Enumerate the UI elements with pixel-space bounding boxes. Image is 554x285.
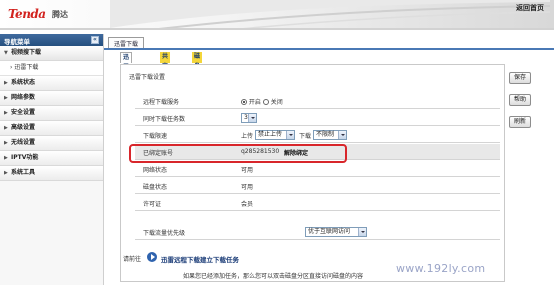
watermark: www.192ly.com bbox=[396, 262, 486, 275]
select-value: 不限制 bbox=[316, 131, 335, 138]
row-label: 远程下载服务 bbox=[143, 99, 180, 106]
nav-title: 导航菜单 bbox=[4, 38, 30, 46]
nav-item-network[interactable]: ▶ 网络参数 bbox=[0, 91, 103, 106]
nav-item-label: 视频搜下载 bbox=[11, 49, 42, 56]
row-disk-status: 磁盘状态 可用 bbox=[135, 178, 500, 194]
nav-item-video-download[interactable]: ▼ 视频搜下载 bbox=[0, 46, 103, 61]
nav-item-label: 安全设置 bbox=[11, 109, 36, 116]
chevron-right-icon: ▶ bbox=[4, 140, 8, 146]
nav-item-label: 无线设置 bbox=[11, 139, 36, 146]
left-nav: 导航菜单 « ▼ 视频搜下载 › 迅雷下载 ▶ 系统状态 ▶ 网络参数 ▶ 安全设置 ▶… bbox=[0, 34, 104, 285]
chevron-right-icon: ▶ bbox=[4, 125, 8, 131]
tenda-logo-cn: 腾达 bbox=[52, 10, 68, 19]
note-label: 请前往 bbox=[123, 256, 142, 263]
bullet-icon: › bbox=[10, 64, 13, 71]
nav-item-label: 系统状态 bbox=[11, 79, 36, 86]
chevron-down-icon bbox=[338, 131, 346, 139]
select-value: 优于互联网访问 bbox=[308, 228, 351, 235]
row-speed-limit: 下载限速 上传 禁止上传 下载 不限制 bbox=[135, 127, 500, 143]
nav-item-label: 系统工具 bbox=[11, 169, 36, 176]
select-value: 禁止上传 bbox=[258, 131, 283, 138]
chevron-right-icon: ▶ bbox=[4, 155, 8, 161]
row-concurrent-tasks: 同时下载任务数 3 bbox=[135, 110, 500, 126]
row-network-status: 网络状态 可用 bbox=[135, 161, 500, 177]
main-content: 迅雷下载 迅雷下载 共享存储 磁盘日志 迅雷下载设置 远程下载服务 开启 关闭 … bbox=[104, 34, 554, 285]
panel-title: 迅雷下载设置 bbox=[129, 74, 166, 81]
header-swoosh-decoration bbox=[110, 0, 550, 28]
nav-item-wireless[interactable]: ▶ 无线设置 bbox=[0, 136, 103, 151]
collapse-nav-icon[interactable]: « bbox=[91, 36, 99, 44]
download-label: 下载 bbox=[299, 133, 312, 140]
chevron-right-icon: ▶ bbox=[4, 110, 8, 116]
chevron-down-icon bbox=[248, 114, 256, 122]
tab-thunder-download[interactable]: 迅雷下载 bbox=[108, 37, 145, 48]
row-license: 许可证 会员 bbox=[135, 195, 500, 211]
radio-enable[interactable] bbox=[241, 99, 247, 105]
upload-limit-select[interactable]: 禁止上传 bbox=[255, 130, 295, 140]
network-status-value: 可用 bbox=[241, 167, 254, 174]
radio-group-remote-service: 开启 关闭 bbox=[241, 97, 283, 106]
radio-disable-label: 关闭 bbox=[270, 99, 283, 106]
subtab-shared-storage[interactable]: 共享存储 bbox=[160, 52, 171, 90]
row-label: 同时下载任务数 bbox=[143, 116, 186, 123]
disk-status-value: 可用 bbox=[241, 184, 254, 191]
chevron-down-icon bbox=[286, 131, 294, 139]
chevron-right-icon: ▶ bbox=[4, 95, 8, 101]
nav-item-security[interactable]: ▶ 安全设置 bbox=[0, 106, 103, 121]
tenda-logo: Tenda bbox=[8, 7, 46, 21]
radio-disable[interactable] bbox=[262, 99, 269, 105]
nav-item-label: 高级设置 bbox=[11, 124, 36, 131]
radio-enable-label: 开启 bbox=[248, 99, 261, 106]
settings-panel: 迅雷下载设置 远程下载服务 开启 关闭 同时下载任务数 3 下载限速 上传 禁止… bbox=[120, 64, 505, 282]
chevron-down-icon: ▼ bbox=[4, 50, 8, 56]
download-limit-select[interactable]: 不限制 bbox=[313, 130, 347, 140]
thunder-remote-link[interactable]: 迅雷远程下载建立下载任务 bbox=[161, 254, 239, 264]
priority-select[interactable]: 优于互联网访问 bbox=[305, 227, 367, 237]
highlight-box bbox=[129, 144, 347, 163]
refresh-button[interactable]: 刷新 bbox=[509, 116, 531, 128]
chevron-right-icon: ▶ bbox=[4, 80, 8, 86]
nav-item-iptv[interactable]: ▶ IPTV功能 bbox=[0, 151, 103, 166]
row-label: 下载流量优先级 bbox=[143, 230, 186, 237]
nav-subitem-thunder-download[interactable]: › 迅雷下载 bbox=[0, 61, 103, 76]
nav-item-advanced[interactable]: ▶ 高级设置 bbox=[0, 121, 103, 136]
upload-label: 上传 bbox=[241, 133, 254, 140]
tab-divider bbox=[104, 48, 554, 50]
note-text: 如果您已经添加任务，那么您可以双击磁盘分区直接访问磁盘的内容 bbox=[183, 273, 364, 280]
row-label: 磁盘状态 bbox=[143, 184, 168, 191]
row-remote-service: 远程下载服务 开启 关闭 bbox=[135, 93, 500, 109]
subtab-disk-log[interactable]: 磁盘日志 bbox=[192, 52, 203, 90]
nav-item-system-tools[interactable]: ▶ 系统工具 bbox=[0, 166, 103, 181]
nav-item-label: IPTV功能 bbox=[11, 154, 39, 161]
nav-header: 导航菜单 « bbox=[0, 34, 103, 46]
row-download-priority: 下载流量优先级 优于互联网访问 bbox=[135, 224, 500, 240]
chevron-right-icon: ▶ bbox=[4, 170, 8, 176]
nav-subitem-label: 迅雷下载 bbox=[14, 64, 39, 71]
row-label: 下载限速 bbox=[143, 133, 168, 140]
help-button[interactable]: 帮助 bbox=[509, 94, 531, 106]
header-bar: Tenda 腾达 返回首页 bbox=[0, 0, 554, 30]
subtab-thunder-download[interactable]: 迅雷下载 bbox=[120, 52, 133, 91]
nav-item-label: 网络参数 bbox=[11, 94, 36, 101]
play-icon bbox=[147, 252, 157, 262]
save-button[interactable]: 保存 bbox=[509, 72, 531, 84]
chevron-down-icon bbox=[358, 228, 366, 236]
row-label: 许可证 bbox=[143, 201, 162, 208]
nav-item-system-status[interactable]: ▶ 系统状态 bbox=[0, 76, 103, 91]
concurrent-tasks-select[interactable]: 3 bbox=[241, 113, 257, 123]
row-label: 网络状态 bbox=[143, 167, 168, 174]
license-value: 会员 bbox=[241, 201, 254, 208]
home-link[interactable]: 返回首页 bbox=[516, 3, 544, 13]
